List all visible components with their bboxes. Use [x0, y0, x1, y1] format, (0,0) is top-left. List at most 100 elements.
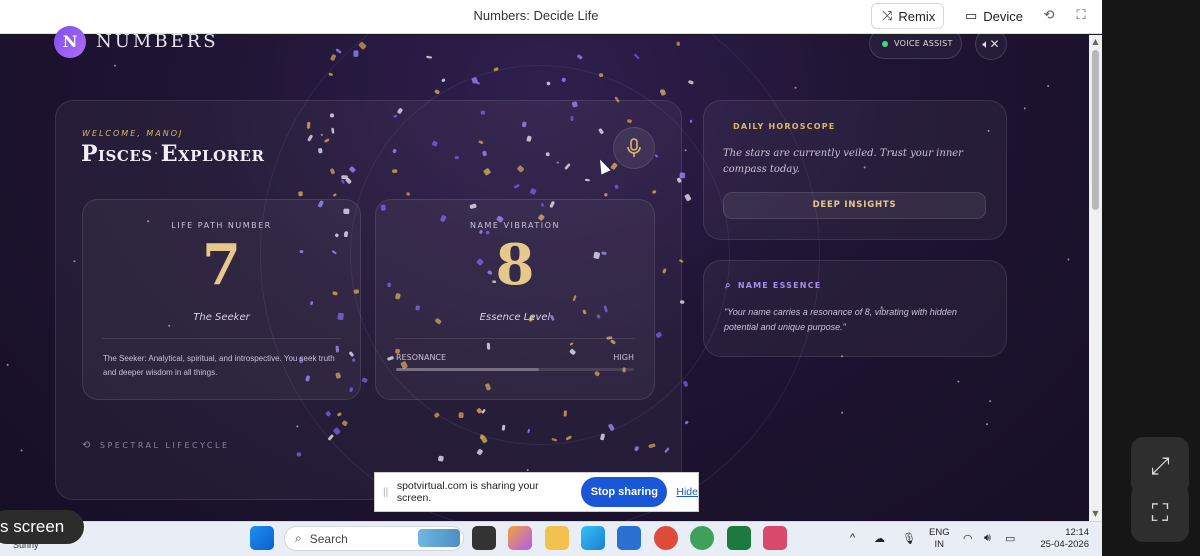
volume-icon[interactable]: 🔊︎ — [984, 532, 991, 545]
cloud-off-icon[interactable]: ☁ — [874, 532, 885, 545]
search-highlight-image — [418, 529, 460, 547]
star-dot — [841, 411, 844, 414]
fullscreen-icon[interactable]: ⛶ — [1072, 7, 1090, 25]
start-button[interactable] — [250, 526, 274, 550]
battery-icon[interactable]: ▭ — [1005, 532, 1015, 545]
mute-icon: 🔈︎✕ — [982, 37, 1000, 51]
star-dot — [794, 86, 797, 89]
remix-button[interactable]: ⤨ Remix — [871, 3, 944, 29]
share-text: spotvirtual.com is sharing your screen. — [396, 480, 539, 504]
scroll-down-icon[interactable]: ▼ — [1091, 509, 1100, 518]
chrome-profile-icon[interactable] — [690, 526, 714, 550]
voice-assist-label: VOICE ASSIST — [894, 39, 953, 48]
logo-text: NUMBERS — [96, 31, 219, 52]
screen-share-pill: s screen — [0, 510, 84, 544]
lang-line2: IN — [934, 539, 945, 550]
hide-link[interactable]: Hide — [676, 486, 698, 498]
confetti-piece — [634, 53, 640, 60]
screen-share-bar: || spotvirtual.com is sharing your scree… — [374, 472, 699, 512]
resonance-label: RESONANCE — [396, 353, 447, 362]
spectral-label: SPECTRAL LIFECYCLE — [99, 441, 230, 450]
resonance-bar — [396, 368, 634, 371]
voice-assist-button[interactable]: VOICE ASSIST — [869, 28, 962, 59]
star-dot — [1047, 84, 1050, 87]
confetti-piece — [676, 41, 680, 46]
life-path-number: 7 — [202, 232, 241, 298]
confetti-piece — [335, 48, 342, 54]
stop-sharing-button[interactable]: Stop sharing — [581, 477, 668, 507]
life-path-caption: The Seeker — [193, 312, 250, 323]
life-path-description: The Seeker: Analytical, spiritual, and i… — [103, 354, 335, 377]
star-dot — [1067, 258, 1070, 261]
star-dot — [989, 400, 992, 403]
mic-button[interactable] — [613, 127, 655, 169]
star-dot — [113, 64, 116, 67]
confetti-piece — [434, 89, 440, 95]
file-explorer-icon[interactable] — [545, 526, 569, 550]
wifi-icon[interactable]: ◠ — [963, 532, 973, 545]
search-icon: ⌕ — [725, 280, 732, 291]
welcome-text: WELCOME, MANOJ — [82, 129, 184, 138]
life-path-card: LIFE PATH NUMBER 7 The Seeker The Seeker… — [82, 199, 361, 400]
scrollbar[interactable]: ▲ ▼ — [1089, 35, 1102, 521]
mute-button[interactable]: 🔈︎✕ — [975, 28, 1007, 60]
star-dot — [1023, 107, 1026, 110]
confetti-piece — [426, 55, 433, 59]
drag-handle-icon[interactable]: || — [383, 487, 391, 498]
chevron-up-icon[interactable]: ^ — [850, 532, 855, 544]
store-icon[interactable] — [617, 526, 641, 550]
clock[interactable]: 12:14 25-04-2026 — [1034, 527, 1089, 551]
scroll-thumb[interactable] — [1092, 50, 1099, 210]
remix-label: Remix — [898, 8, 936, 24]
confetti-piece — [330, 54, 336, 61]
clock-date: 25-04-2026 — [1040, 539, 1089, 550]
task-view-icon[interactable] — [472, 526, 496, 550]
scroll-up-icon[interactable]: ▲ — [1091, 37, 1100, 46]
confetti-piece — [353, 50, 359, 57]
divider — [395, 338, 635, 339]
confetti-piece — [328, 72, 333, 76]
star-dot — [6, 363, 9, 366]
confetti-piece — [546, 81, 551, 86]
resonance-level: HIGH — [613, 353, 634, 362]
star-dot — [20, 449, 23, 452]
status-dot — [882, 40, 888, 47]
logo-badge: N — [54, 26, 86, 58]
resonance-bar-fill — [396, 368, 539, 371]
deep-insights-button[interactable]: DEEP INSIGHTS — [723, 192, 986, 219]
name-essence-title: NAME ESSENCE — [737, 281, 822, 290]
horoscope-title: DAILY HOROSCOPE — [733, 122, 836, 131]
name-essence-heading: ⌕ NAME ESSENCE — [725, 280, 821, 291]
lang-line1: ENG — [929, 527, 950, 538]
confetti-piece — [688, 80, 694, 85]
excel-icon[interactable] — [727, 526, 751, 550]
profile-title: Pisces Explorer — [81, 141, 265, 167]
confetti-piece — [577, 54, 583, 60]
snipping-tool-icon[interactable] — [763, 526, 787, 550]
refresh-icon[interactable]: ⟲ — [1040, 7, 1058, 25]
star-dot — [957, 380, 960, 383]
horoscope-text: The stars are currently veiled. Trust yo… — [723, 148, 963, 175]
copilot-icon[interactable] — [508, 526, 532, 550]
device-button[interactable]: ▭ Device — [955, 3, 1035, 29]
chrome-icon[interactable] — [654, 526, 678, 550]
confetti-piece — [684, 193, 692, 202]
confetti-piece — [684, 420, 689, 425]
confetti-piece — [683, 380, 689, 387]
name-vibration-caption: Essence Level — [479, 312, 551, 323]
mic-tray-icon[interactable]: 🎙︎ — [902, 532, 916, 545]
confetti-piece — [358, 41, 367, 50]
remix-icon: ⤨ — [882, 8, 893, 23]
spectral-lifecycle-heading: ⟲ SPECTRAL LIFECYCLE — [82, 440, 230, 451]
history-icon: ⟲ — [82, 440, 93, 451]
device-label: Device — [983, 8, 1024, 24]
confetti-piece — [493, 67, 499, 72]
search-icon: ⌕ — [295, 531, 302, 545]
edge-icon[interactable] — [581, 526, 605, 550]
name-essence-text: "Your name carries a resonance of 8, vib… — [724, 307, 957, 332]
star-dot — [684, 149, 687, 152]
language-indicator[interactable]: ENG IN — [929, 527, 950, 551]
name-vibration-number: 8 — [495, 232, 535, 298]
fit-screen-icon[interactable]: ⛶ — [1131, 484, 1189, 542]
life-path-label: LIFE PATH NUMBER — [171, 221, 272, 230]
